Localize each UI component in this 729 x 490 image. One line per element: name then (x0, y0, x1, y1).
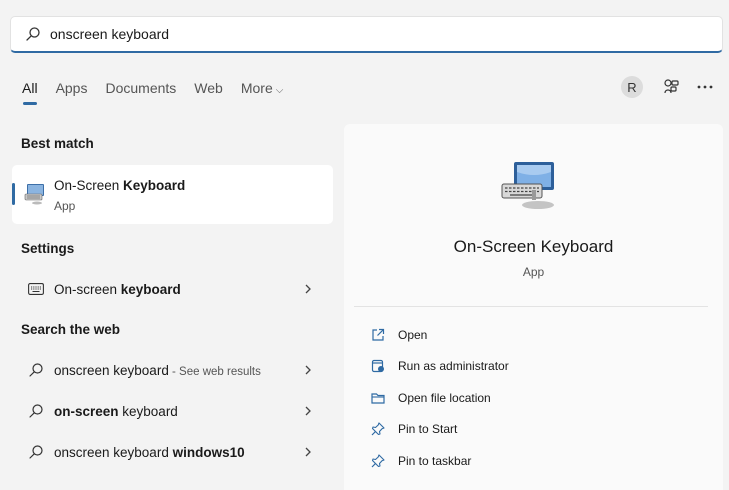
keyboard-icon (26, 279, 46, 299)
tab-documents[interactable]: Documents (105, 80, 176, 96)
web-result-1-prefix: onscreen keyboard (54, 362, 169, 378)
web-result-2-label: on-screen keyboard (54, 404, 178, 419)
keyboard-app-icon (500, 160, 566, 212)
preview-pane: On-Screen Keyboard App Open Run as admin… (344, 124, 723, 490)
divider (354, 306, 708, 307)
chevron-right-icon (303, 403, 313, 419)
best-match-name: On-Screen Keyboard (54, 178, 185, 193)
section-best-match: Best match (21, 136, 94, 151)
settings-label-prefix: On-screen (54, 281, 121, 297)
action-run-as-admin-label: Run as administrator (398, 359, 509, 373)
tab-more-label: More (240, 80, 273, 96)
preview-title: On-Screen Keyboard (453, 237, 614, 256)
action-open-file-location[interactable]: Open file location (370, 386, 491, 410)
action-open-file-location-label: Open file location (398, 391, 491, 405)
search-icon (26, 360, 46, 380)
best-match-type: App (54, 199, 76, 213)
chevron-right-icon (303, 362, 313, 378)
web-result-3-label: onscreen keyboard windows10 (54, 445, 245, 460)
header-actions: R (621, 76, 715, 98)
selection-indicator (12, 183, 15, 205)
section-settings: Settings (21, 241, 75, 256)
action-pin-to-start-label: Pin to Start (398, 422, 458, 436)
chevron-down-icon: ⌵ (275, 85, 284, 96)
web-result-3[interactable]: onscreen keyboard windows10 (12, 434, 333, 470)
settings-label-bold: keyboard (120, 281, 181, 297)
keyboard-app-icon (24, 182, 48, 206)
pin-icon (370, 453, 386, 469)
pin-icon (370, 421, 386, 437)
web-result-1-suffix: - See web results (168, 365, 261, 378)
avatar[interactable]: R (621, 76, 643, 98)
web-result-2[interactable]: on-screen keyboard (12, 393, 333, 429)
settings-result[interactable]: On-screen keyboard (12, 271, 333, 307)
settings-result-label: On-screen keyboard (54, 282, 181, 297)
chevron-right-icon (303, 444, 313, 460)
action-open[interactable]: Open (370, 323, 427, 347)
search-input[interactable] (50, 19, 690, 49)
web-result-1[interactable]: onscreen keyboard - See web results (12, 352, 333, 388)
web-result-1-label: onscreen keyboard - See web results (54, 363, 261, 378)
search-icon (25, 26, 41, 42)
shield-admin-icon (370, 358, 386, 374)
tab-more[interactable]: More ⌵ (241, 80, 284, 96)
web-result-2-suffix: keyboard (118, 403, 178, 419)
open-icon (370, 327, 386, 343)
search-icon (26, 442, 46, 462)
tab-apps[interactable]: Apps (56, 80, 88, 96)
tab-web[interactable]: Web (194, 80, 223, 96)
section-search-web: Search the web (21, 322, 121, 337)
action-pin-to-taskbar-label: Pin to taskbar (398, 454, 472, 468)
best-match-name-prefix: On-Screen (54, 178, 124, 193)
connect-devices-icon[interactable] (661, 77, 681, 97)
tab-all[interactable]: All (22, 80, 38, 105)
action-open-label: Open (398, 328, 428, 342)
search-icon (26, 401, 46, 421)
best-match-result[interactable]: On-Screen Keyboard App (12, 165, 333, 224)
search-bar[interactable] (10, 16, 723, 53)
folder-icon (370, 390, 386, 406)
action-pin-to-taskbar[interactable]: Pin to taskbar (370, 449, 471, 473)
more-icon[interactable] (695, 77, 715, 97)
action-run-as-admin[interactable]: Run as administrator (370, 354, 509, 378)
web-result-2-bold: on-screen (54, 403, 119, 419)
web-result-3-prefix: onscreen keyboard (54, 444, 173, 460)
chevron-right-icon (303, 281, 313, 297)
filter-tabs: All Apps Documents Web More ⌵ (22, 80, 301, 105)
action-pin-to-start[interactable]: Pin to Start (370, 417, 457, 441)
best-match-name-bold: Keyboard (123, 178, 186, 193)
preview-type: App (522, 265, 545, 279)
web-result-3-bold: windows10 (172, 444, 245, 460)
